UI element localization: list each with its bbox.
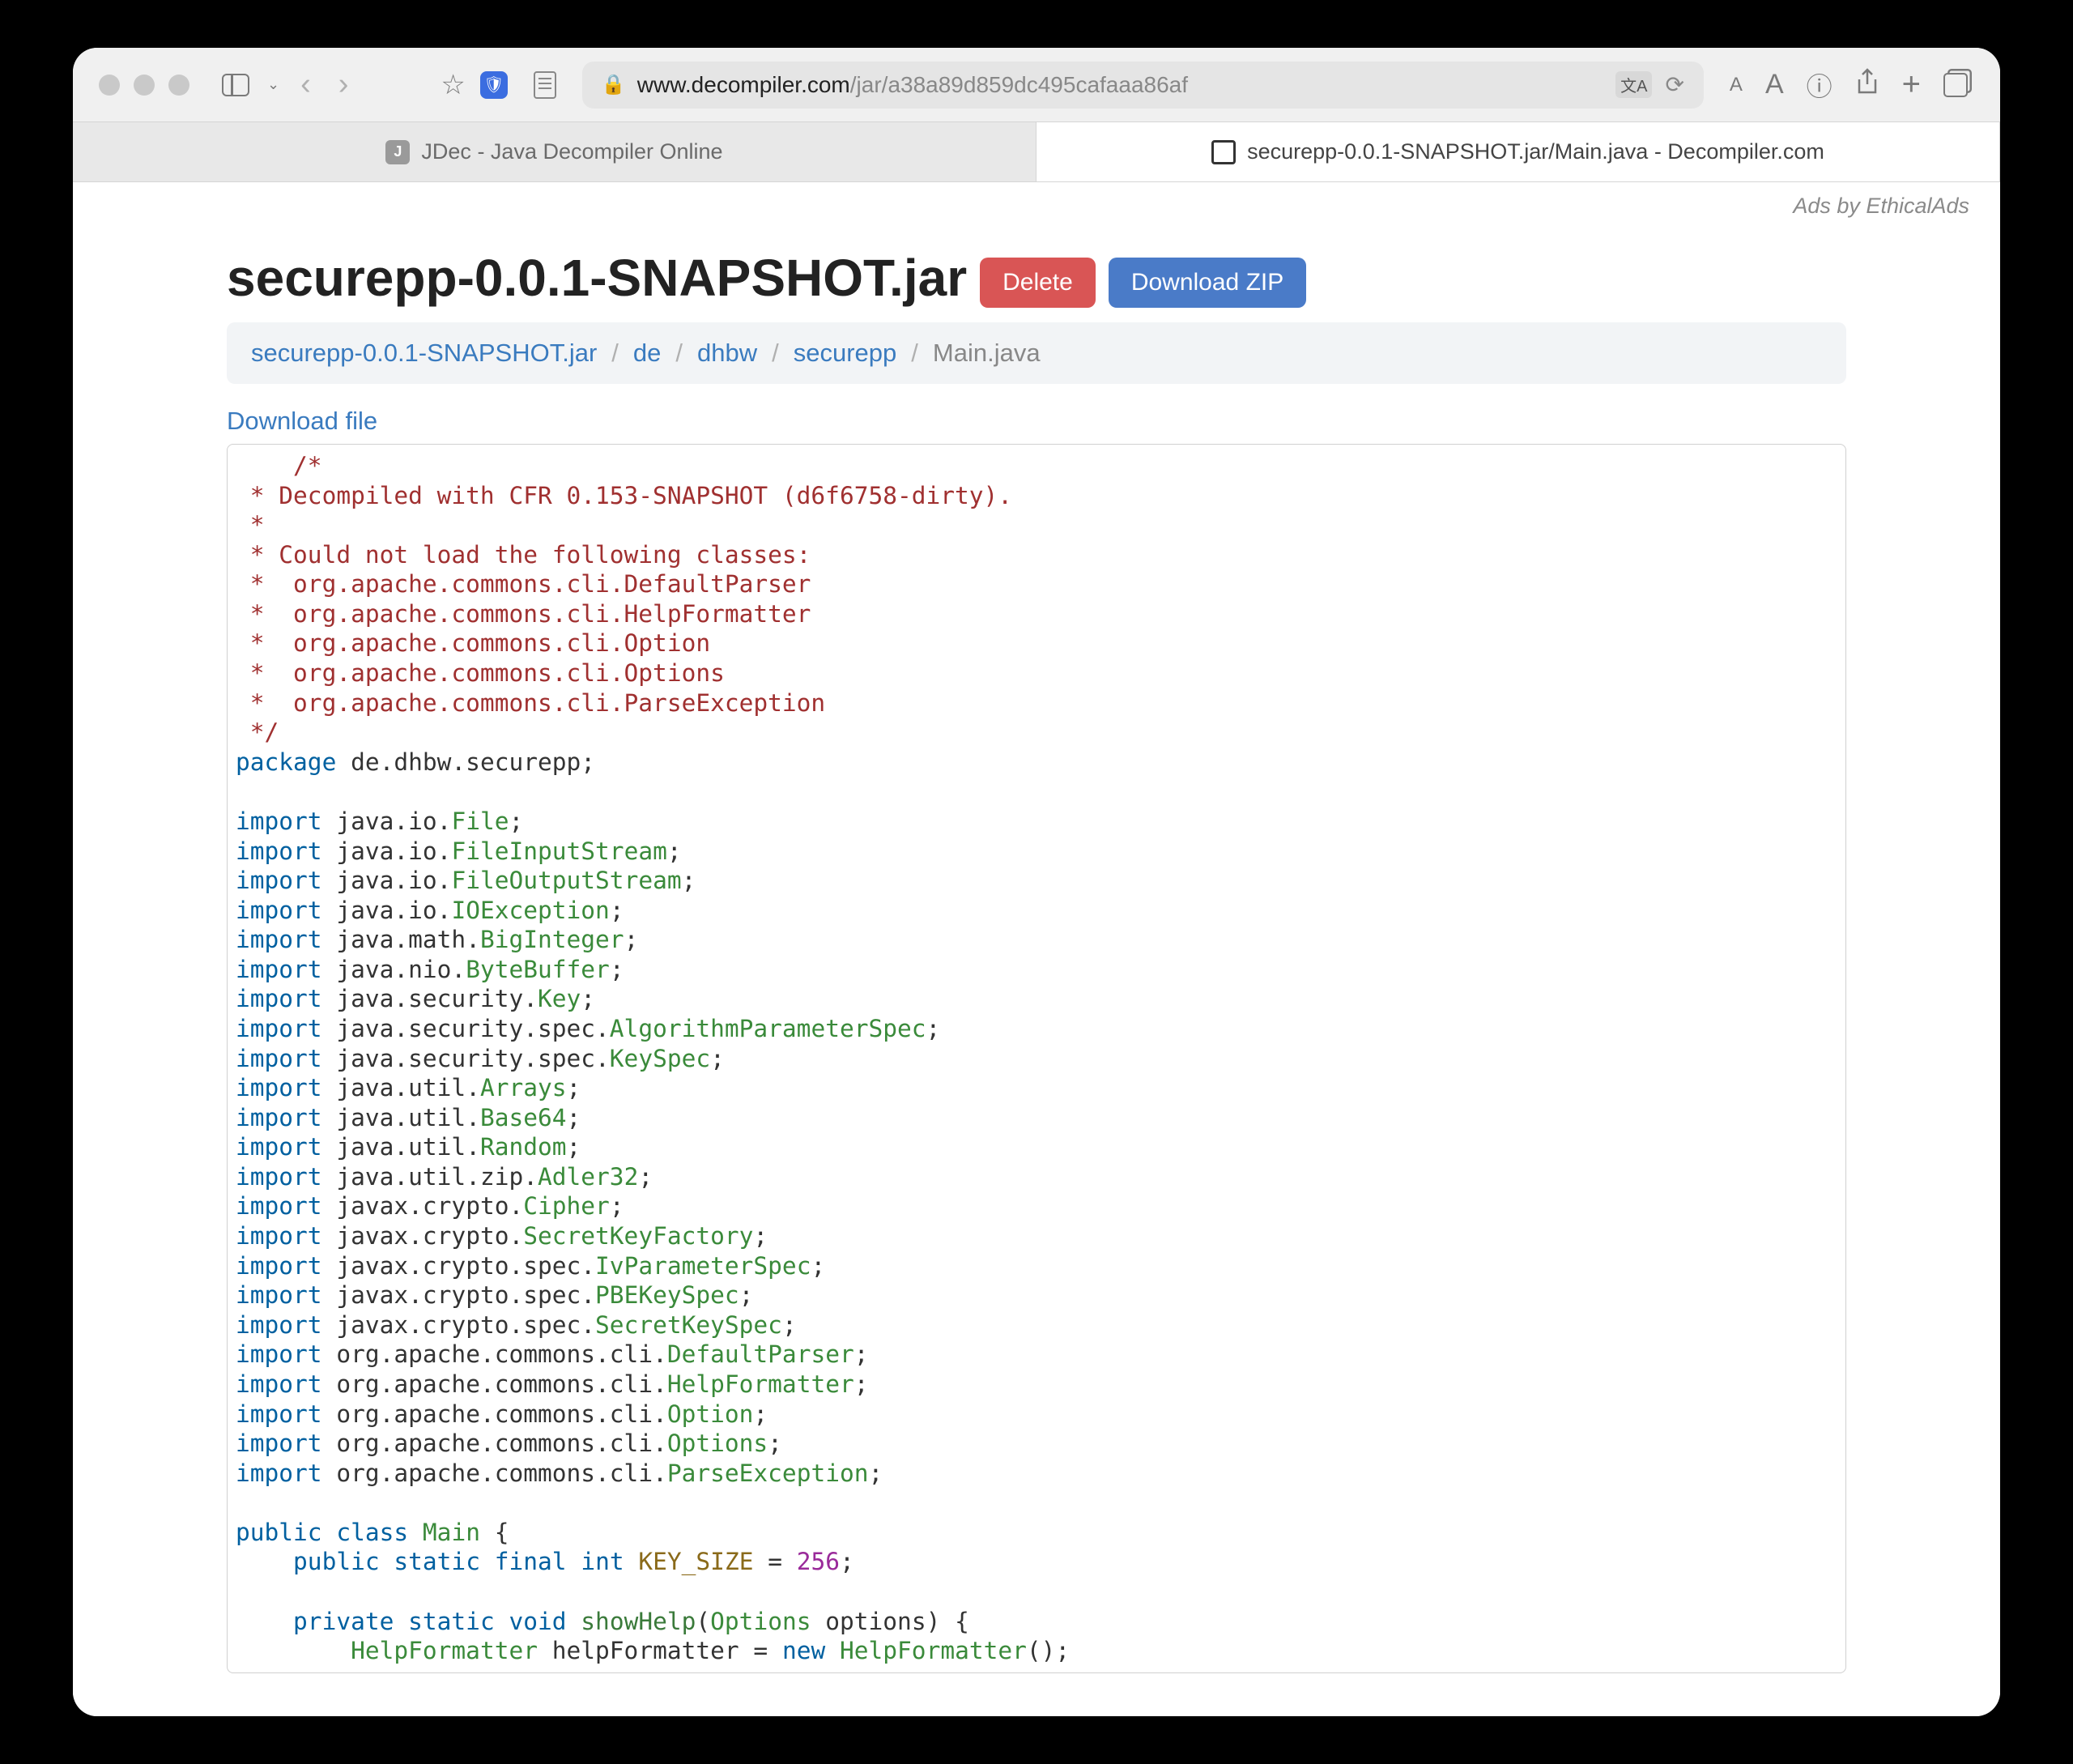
breadcrumb-item[interactable]: de xyxy=(633,339,661,368)
tab-strip: J JDec - Java Decompiler Online securepp… xyxy=(73,122,2000,182)
share-icon[interactable] xyxy=(1855,68,1879,102)
tab-favicon-icon xyxy=(1211,140,1236,164)
delete-button[interactable]: Delete xyxy=(980,258,1096,308)
ads-attribution[interactable]: Ads by EthicalAds xyxy=(73,182,2000,219)
tab-favicon-icon: J xyxy=(385,140,410,164)
tab-decompiler[interactable]: securepp-0.0.1-SNAPSHOT.jar/Main.java - … xyxy=(1036,122,2000,181)
chevron-down-icon[interactable]: ⌄ xyxy=(267,76,279,93)
breadcrumb-current: Main.java xyxy=(933,339,1041,368)
breadcrumb-sep: / xyxy=(675,339,683,368)
tab-overview-icon[interactable] xyxy=(1943,73,1968,97)
url-path: /jar/a38a89d859dc495cafaaa86af xyxy=(850,72,1188,97)
breadcrumb-item[interactable]: securepp xyxy=(794,339,897,368)
tab-label: securepp-0.0.1-SNAPSHOT.jar/Main.java - … xyxy=(1247,139,1824,164)
new-tab-icon[interactable]: + xyxy=(1902,66,1921,103)
page-content: Ads by EthicalAds securepp-0.0.1-SNAPSHO… xyxy=(73,182,2000,1716)
reader-mode-icon[interactable] xyxy=(534,71,556,99)
breadcrumb-item[interactable]: dhbw xyxy=(697,339,757,368)
translate-icon[interactable]: 文A xyxy=(1615,71,1652,98)
toolbar-right-icons: A A ⓘ + xyxy=(1730,66,1974,104)
minimize-window-button[interactable] xyxy=(134,75,155,96)
breadcrumb-item[interactable]: securepp-0.0.1-SNAPSHOT.jar xyxy=(251,339,597,368)
breadcrumb-sep: / xyxy=(611,339,619,368)
lock-icon: 🔒 xyxy=(602,73,626,96)
tab-label: JDec - Java Decompiler Online xyxy=(421,139,722,164)
breadcrumb: securepp-0.0.1-SNAPSHOT.jar / de / dhbw … xyxy=(227,322,1846,384)
font-increase-icon[interactable]: A xyxy=(1765,69,1784,100)
url-domain: www.decompiler.com xyxy=(637,72,850,97)
breadcrumb-sep: / xyxy=(772,339,779,368)
source-code-view: /* * Decompiled with CFR 0.153-SNAPSHOT … xyxy=(227,444,1846,1673)
password-manager-icon[interactable]: 🛡 xyxy=(480,71,508,99)
maximize-window-button[interactable] xyxy=(168,75,189,96)
breadcrumb-sep: / xyxy=(911,339,918,368)
nav-back-button[interactable]: ‹ xyxy=(294,67,317,102)
download-file-link[interactable]: Download file xyxy=(227,407,377,435)
close-window-button[interactable] xyxy=(99,75,120,96)
nav-forward-button[interactable]: › xyxy=(332,67,355,102)
reload-icon[interactable]: ⟳ xyxy=(1665,71,1684,98)
download-zip-button[interactable]: Download ZIP xyxy=(1109,258,1306,308)
bookmark-star-icon[interactable]: ☆ xyxy=(441,69,465,101)
font-decrease-icon[interactable]: A xyxy=(1730,74,1743,96)
info-icon[interactable]: ⓘ xyxy=(1807,66,1832,104)
window-controls xyxy=(99,75,189,96)
sidebar-toggle-icon[interactable] xyxy=(222,74,249,96)
browser-toolbar: ⌄ ‹ › ☆ 🛡 🔒 www.decompiler.com/jar/a38a8… xyxy=(73,48,2000,122)
page-title: securepp-0.0.1-SNAPSHOT.jar xyxy=(227,248,967,308)
url-bar[interactable]: 🔒 www.decompiler.com/jar/a38a89d859dc495… xyxy=(582,62,1704,109)
page-header: securepp-0.0.1-SNAPSHOT.jar Delete Downl… xyxy=(227,248,1846,308)
browser-window: ⌄ ‹ › ☆ 🛡 🔒 www.decompiler.com/jar/a38a8… xyxy=(73,48,2000,1716)
tab-jdec[interactable]: J JDec - Java Decompiler Online xyxy=(73,122,1036,181)
